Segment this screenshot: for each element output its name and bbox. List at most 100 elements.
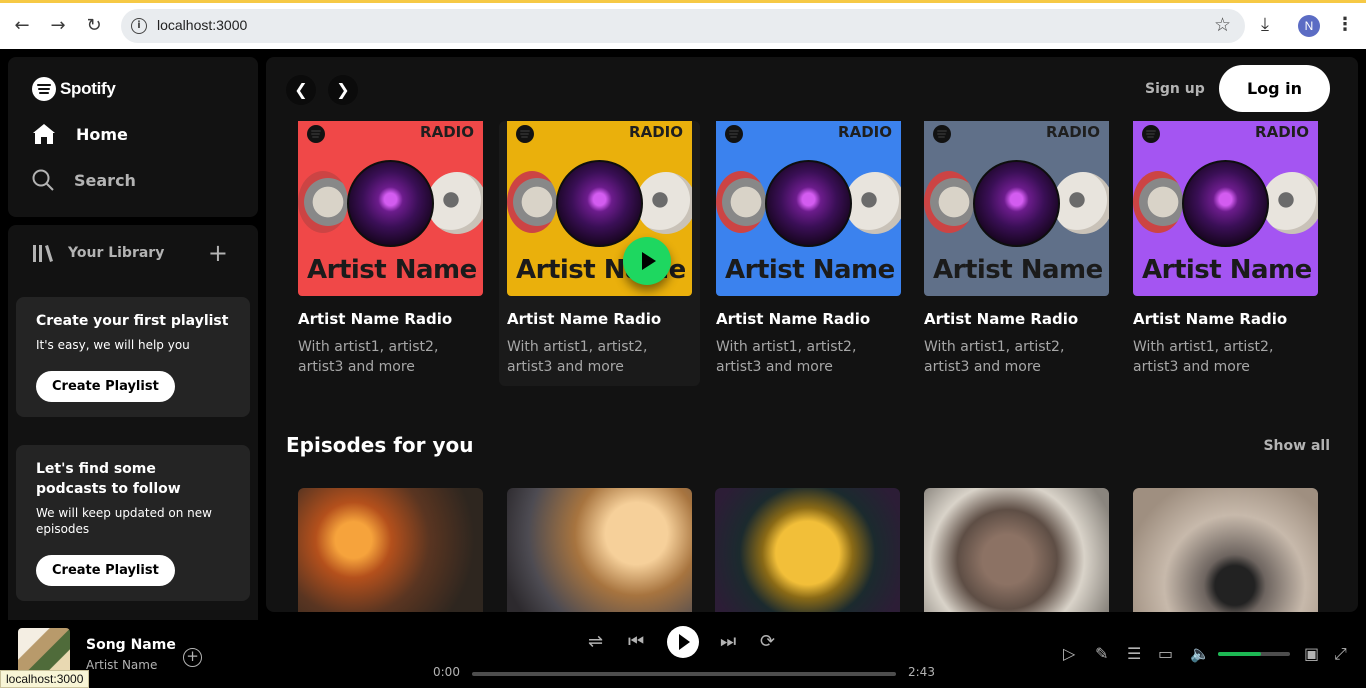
episode-thumbnail[interactable] (298, 488, 483, 612)
spotify-logo-icon (1142, 125, 1160, 143)
card-title: Create your first playlist (36, 313, 229, 329)
radio-card-subtitle: With artist1, artist2, artist3 and more (507, 339, 648, 375)
radio-cover[interactable]: RADIO Artist Name (298, 121, 483, 296)
reload-icon[interactable]: ↻ (83, 15, 105, 37)
next-icon[interactable]: ⏭ (720, 631, 736, 652)
artist-photo-center (973, 160, 1060, 247)
spotify-logo[interactable]: Spotify (32, 77, 116, 101)
player-bar: Song Name Artist Name + ⇌ ⏮ ⏭ ⟳ 0:00 2:4… (0, 620, 1366, 688)
signup-button[interactable]: Sign up (1145, 81, 1205, 97)
nav-search[interactable]: Search (32, 169, 136, 191)
lyrics-icon[interactable]: ✎ (1095, 644, 1108, 663)
radio-badge: RADIO (629, 123, 683, 141)
search-icon (32, 169, 54, 191)
play-pause-button[interactable] (667, 626, 699, 658)
radio-card-title[interactable]: Artist Name Radio (716, 310, 870, 328)
radio-cover[interactable]: RADIO Artist Name (716, 121, 901, 296)
play-button[interactable] (623, 237, 671, 285)
shuffle-icon[interactable]: ⇌ (588, 631, 603, 652)
playlist-prompt-card: Create your first playlist It's easy, we… (16, 297, 250, 417)
nav-search-label: Search (74, 170, 136, 190)
queue-icon[interactable]: ☰ (1127, 644, 1141, 663)
radio-card[interactable]: RADIO Artist Name Artist Name Radio With ar… (290, 121, 491, 386)
browser-toolbar: ← → ↻ i localhost:3000 ☆ ⤓ N ⋮ (0, 0, 1366, 49)
radio-badge: RADIO (1046, 123, 1100, 141)
nav-home-label: Home (76, 124, 128, 144)
link-status-tooltip: localhost:3000 (0, 670, 90, 688)
browser-menu-icon[interactable]: ⋮ (1336, 14, 1354, 35)
forward-icon[interactable]: → (47, 15, 69, 37)
fullscreen-icon[interactable]: ⤢ (1334, 644, 1347, 664)
login-button[interactable]: Log in (1219, 65, 1330, 112)
nav-home[interactable]: Home (32, 123, 128, 145)
artist-photo-left (924, 171, 974, 233)
now-playing-view-icon[interactable]: ▷ (1063, 644, 1075, 663)
spotify-logo-icon (933, 125, 951, 143)
volume-slider[interactable] (1218, 652, 1290, 656)
radio-badge: RADIO (420, 123, 474, 141)
radio-card-title[interactable]: Artist Name Radio (507, 310, 661, 328)
artist-photo-left (507, 171, 557, 233)
radio-cover[interactable]: RADIO Artist Name (1133, 121, 1318, 296)
profile-avatar[interactable]: N (1298, 15, 1320, 37)
elapsed-time: 0:00 (433, 665, 460, 679)
radio-card-subtitle: With artist1, artist2, artist3 and more (1133, 339, 1274, 375)
sidebar-nav: Spotify Home Search (8, 57, 258, 217)
show-all-link[interactable]: Show all (1263, 438, 1330, 454)
duration-time: 2:43 (908, 665, 935, 679)
artist-photo-right (845, 172, 901, 234)
episode-thumbnail[interactable] (507, 488, 692, 612)
cover-artist-name: Artist Name (1142, 255, 1312, 285)
volume-icon[interactable]: 🔈 (1190, 644, 1210, 663)
address-bar[interactable]: i localhost:3000 ☆ (121, 9, 1245, 43)
bookmark-star-icon[interactable]: ☆ (1214, 14, 1231, 36)
radio-badge: RADIO (1255, 123, 1309, 141)
radio-card-subtitle: With artist1, artist2, artist3 and more (924, 339, 1065, 375)
episode-thumbnail[interactable] (1133, 488, 1318, 612)
create-playlist-button[interactable]: Create Playlist (36, 555, 175, 586)
create-playlist-button[interactable]: Create Playlist (36, 371, 175, 402)
volume-level (1218, 652, 1262, 656)
nav-back-button[interactable]: ❮ (286, 75, 316, 105)
library-header[interactable]: Your Library (32, 243, 164, 263)
artist-photo-left (716, 171, 766, 233)
radio-card[interactable]: RADIO Artist Name Artist Name Radio With ar… (499, 121, 700, 386)
library-label: Your Library (68, 245, 165, 261)
progress-bar[interactable] (472, 672, 896, 676)
url-text[interactable]: localhost:3000 (157, 17, 247, 33)
card-text: It's easy, we will help you (36, 338, 190, 352)
site-info-icon[interactable]: i (131, 18, 147, 34)
artist-photo-center (347, 160, 434, 247)
artist-photo-left (1133, 171, 1183, 233)
cover-artist-name: Artist Name (933, 255, 1103, 285)
sidebar-library: Your Library + Create your first playlis… (8, 225, 258, 630)
radio-card-subtitle: With artist1, artist2, artist3 and more (298, 339, 439, 375)
radio-card[interactable]: RADIO Artist Name Artist Name Radio With ar… (916, 121, 1117, 386)
download-icon[interactable]: ⤓ (1261, 14, 1269, 35)
episode-thumbnail[interactable] (924, 488, 1109, 612)
radio-card-subtitle: With artist1, artist2, artist3 and more (716, 339, 857, 375)
artist-photo-right (427, 172, 483, 234)
song-name[interactable]: Song Name (86, 637, 176, 653)
connect-device-icon[interactable]: ▭ (1158, 644, 1173, 663)
nav-forward-button[interactable]: ❯ (328, 75, 358, 105)
artist-photo-right (636, 172, 692, 234)
episode-thumbnail[interactable] (715, 488, 900, 612)
radio-card-title[interactable]: Artist Name Radio (924, 310, 1078, 328)
repeat-icon[interactable]: ⟳ (760, 631, 775, 652)
add-library-icon[interactable]: + (208, 239, 228, 267)
podcast-prompt-card: Let's find some podcasts to follow We wi… (16, 445, 250, 601)
radio-card[interactable]: RADIO Artist Name Artist Name Radio With ar… (708, 121, 909, 386)
artist-name[interactable]: Artist Name (86, 658, 157, 672)
artist-photo-center (765, 160, 852, 247)
add-to-library-icon[interactable]: + (183, 648, 202, 667)
miniplayer-icon[interactable]: ▣ (1304, 644, 1319, 663)
back-icon[interactable]: ← (11, 15, 33, 37)
radio-cover[interactable]: RADIO Artist Name (924, 121, 1109, 296)
episodes-title: Episodes for you (286, 433, 474, 457)
radio-card[interactable]: RADIO Artist Name Artist Name Radio With ar… (1125, 121, 1326, 386)
radio-card-title[interactable]: Artist Name Radio (298, 310, 452, 328)
spotify-logo-icon (516, 125, 534, 143)
previous-icon[interactable]: ⏮ (628, 631, 644, 652)
radio-card-title[interactable]: Artist Name Radio (1133, 310, 1287, 328)
